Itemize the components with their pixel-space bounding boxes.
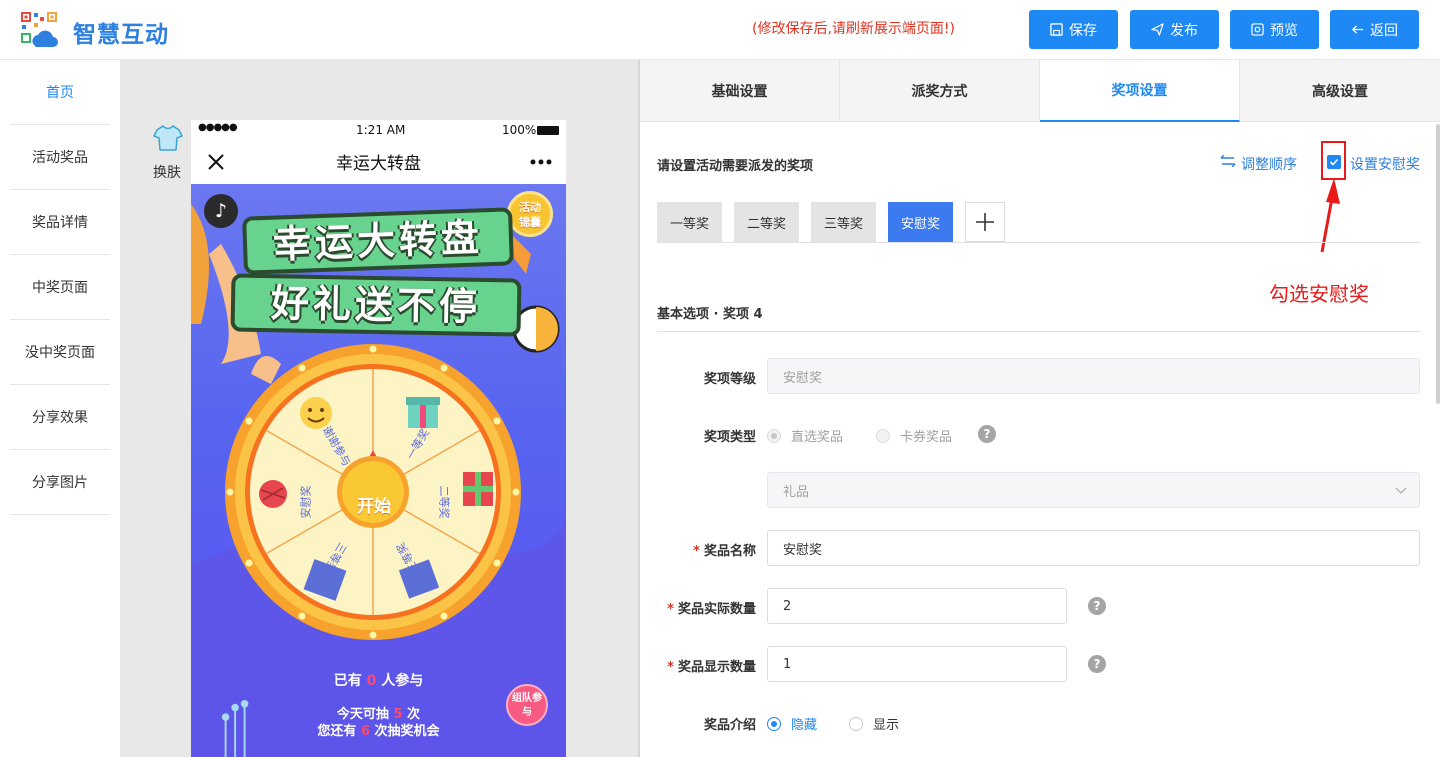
tab-basic-settings[interactable]: 基础设置 [640,60,840,122]
reorder-link[interactable]: 调整顺序 [1241,154,1297,174]
remaining-draws-count: 6 [360,724,371,739]
sidebar-item-lose-page[interactable]: 没中奖页面 [10,320,110,385]
help-icon[interactable]: ? [978,425,996,443]
prize-name-label: * 奖品名称 [693,544,756,559]
top-bar: 智慧互动 (修改保存后,请刷新展示端页面!) 保存 发布 预览 返回 [0,0,1440,60]
highlight-box [1321,141,1346,180]
type-option-coupon[interactable]: 卡券奖品 [876,426,952,445]
plus-icon [976,213,994,231]
brand-name: 智慧互动 [73,22,169,48]
sidebar-item-home[interactable]: 首页 [10,60,110,125]
team-join-badge[interactable]: 组队参与 [506,684,548,726]
save-icon [1050,23,1063,36]
display-qty-label: * 奖品显示数量 [667,660,756,675]
gift-icon [463,472,493,506]
tabs-underline [657,242,1420,243]
preview-icon [1251,23,1264,36]
type-option-direct[interactable]: 直选奖品 [767,426,843,445]
prize-tab-third[interactable]: 三等奖 [811,202,876,242]
prize-level-label: 奖项等级 [703,372,756,387]
send-icon [1151,23,1164,36]
tshirt-icon[interactable] [153,124,183,152]
actual-qty-label: * 奖品实际数量 [667,602,756,617]
prize-tab-first[interactable]: 一等奖 [657,202,722,242]
sidebar-item-share-image[interactable]: 分享图片 [10,450,110,515]
decor-plant-icon [221,700,249,757]
section-divider [657,331,1420,332]
phone-title: 幸运大转盘 [336,154,421,174]
sidebar-item-prizes[interactable]: 活动奖品 [10,125,110,190]
save-notice: (修改保存后,请刷新展示端页面!) [752,21,955,37]
app-logo-icon [21,12,58,47]
lottery-stage: ♪ 活动锦囊 幸运大转盘 好礼送不停 一等奖 二等奖 三等奖 三等奖 安慰奖 谢… [191,184,566,757]
prize-tab-consolation[interactable]: 安慰奖 [888,202,953,242]
more-icon[interactable] [530,159,552,165]
save-label: 保存 [1069,22,1097,39]
sidebar-item-prize-detail[interactable]: 奖品详情 [10,190,110,255]
tab-award-method[interactable]: 派奖方式 [840,60,1040,122]
segment-consolation-prize: 安慰奖 [299,485,313,519]
wheel-start-button[interactable]: 开始 [343,492,405,522]
phone-preview: ●●●●● 1:21 AM 100% 幸运大转盘 ♪ 活动锦囊 幸运大转盘 好礼… [191,120,566,757]
annotation-arrow [1320,178,1340,253]
smiley-icon [300,397,332,429]
music-icon[interactable]: ♪ [204,194,238,228]
basic-options-title: 基本选项 · 奖项 4 [657,307,763,322]
arrow-left-icon [1351,25,1364,34]
back-button[interactable]: 返回 [1330,10,1419,49]
publish-label: 发布 [1170,22,1198,39]
activity-tips-badge[interactable]: 活动锦囊 [507,191,553,237]
prize-intro-label: 奖品介绍 [703,718,756,733]
banner-title-line2: 好礼送不停 [230,273,522,337]
actual-qty-input[interactable]: 2 [767,588,1067,624]
battery-level: 100% [502,123,537,137]
participants-text: 已有 0 人参与 [333,673,424,689]
tab-advanced-settings[interactable]: 高级设置 [1240,60,1440,122]
help-icon[interactable]: ? [1088,655,1106,673]
display-qty-input[interactable]: 1 [767,646,1067,682]
help-icon[interactable]: ? [1088,597,1106,615]
intro-option-show[interactable]: 显示 [849,714,899,733]
segment-second-prize: 二等奖 [437,485,451,519]
annotation-text: 勾选安慰奖 [1269,282,1369,306]
reorder-icon[interactable] [1220,155,1236,167]
back-label: 返回 [1370,22,1398,39]
signal-icon: ●●●●● [198,122,238,133]
preview-button[interactable]: 预览 [1230,10,1319,49]
prize-name-input[interactable]: 安慰奖 [767,530,1420,566]
panel-scrollbar[interactable] [1436,124,1440,404]
banner-title-line1: 幸运大转盘 [242,207,514,275]
consolation-checkbox-label[interactable]: 设置安慰奖 [1350,154,1420,174]
publish-button[interactable]: 发布 [1130,10,1219,49]
battery-icon [537,126,559,135]
radio-show[interactable] [849,716,863,731]
participants-count: 0 [366,673,377,689]
skin-label[interactable]: 换肤 [153,162,181,182]
sidebar: 首页 活动奖品 奖品详情 中奖页面 没中奖页面 分享效果 分享图片 [0,60,120,757]
prize-type-label: 奖项类型 [703,430,756,445]
settings-tabs: 基础设置 派奖方式 奖项设置 高级设置 [640,60,1440,122]
preview-label: 预览 [1270,22,1298,39]
gift-icon [406,397,440,428]
status-bar: ●●●●● 1:21 AM 100% [191,120,566,140]
status-time: 1:21 AM [356,123,406,137]
tab-prize-settings[interactable]: 奖项设置 [1040,60,1240,122]
intro-option-hide[interactable]: 隐藏 [767,714,817,733]
save-button[interactable]: 保存 [1029,10,1118,49]
prize-level-input[interactable]: 安慰奖 [767,358,1420,394]
sidebar-item-share-effect[interactable]: 分享效果 [10,385,110,450]
phone-nav-bar: 幸运大转盘 [191,140,566,184]
section-title: 请设置活动需要派发的奖项 [657,159,814,174]
prize-category-select[interactable]: 礼品 [767,472,1420,508]
prize-tab-second[interactable]: 二等奖 [734,202,799,242]
add-prize-button[interactable] [965,202,1005,242]
radio-hide[interactable] [767,716,781,731]
chevron-down-icon [1395,487,1407,494]
radio-direct[interactable] [767,428,781,443]
sidebar-item-win-page[interactable]: 中奖页面 [10,255,110,320]
basket-icon [259,480,287,508]
radio-coupon[interactable] [876,428,890,443]
